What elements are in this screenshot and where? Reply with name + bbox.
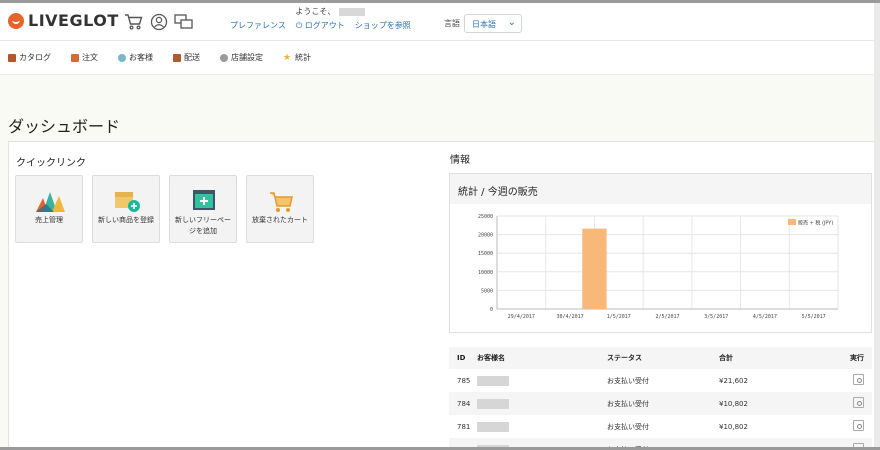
- order-id: 781: [457, 422, 471, 431]
- scrollbar-track[interactable]: [874, 3, 880, 450]
- star-icon: ★: [283, 52, 292, 63]
- messages-icon[interactable]: [174, 13, 194, 31]
- top-header: LIVEGLOT ようこそ、 プレファレンス ⏻ ログアウト ショップを参照 言…: [0, 3, 880, 41]
- tile-label: 売上管理: [35, 216, 63, 224]
- sales-chart-box: 統計 / 今週の販売 0 5000 10000 15000 20000 25000 29/4…: [449, 173, 872, 333]
- recent-orders-table: ID お客様名 ステータス 合計 実行 785 お支払い受付 ¥21,602 7…: [449, 347, 872, 450]
- language-value: 日本語: [472, 20, 496, 29]
- nav-item-orders[interactable]: 注文: [71, 52, 98, 63]
- tile-label: 放棄されたカート: [252, 216, 308, 224]
- order-id: 784: [449, 392, 477, 415]
- quick-link-new-page[interactable]: 新しいフリーページを追加: [169, 175, 237, 243]
- user-account-icon[interactable]: [150, 13, 170, 31]
- y-tick-label: 25000: [478, 214, 493, 220]
- x-tick-label: 5/5/2017: [802, 314, 826, 320]
- x-tick-label: 29/4/2017: [508, 314, 535, 320]
- y-tick-label: 15000: [478, 251, 493, 257]
- table-row[interactable]: 784 お支払い受付 ¥10,802: [449, 392, 872, 415]
- col-customer: お客様名: [477, 347, 607, 369]
- sales-chart: 0 5000 10000 15000 20000 25000 29/4/2017 30/4/2…: [478, 214, 839, 320]
- chart-title: 統計 / 今週の販売: [450, 174, 871, 204]
- language-label: 言語: [444, 19, 460, 28]
- preferences-link[interactable]: プレファレンス: [230, 20, 286, 31]
- x-tick-label: 2/5/2017: [655, 314, 679, 320]
- customer-name-redacted: [477, 392, 607, 415]
- new-page-icon: [193, 190, 215, 210]
- logo-text: LIVEGLOT: [28, 11, 119, 30]
- sales-chart-icon: [36, 192, 65, 212]
- new-product-icon: [115, 192, 140, 212]
- table-row[interactable]: 785 お支払い受付 ¥21,602: [449, 369, 872, 392]
- nav-label: 注文: [82, 53, 98, 62]
- nav-item-statistics[interactable]: ★ 統計: [283, 52, 311, 63]
- gear-icon: [220, 53, 228, 62]
- col-status: ステータス: [607, 347, 719, 369]
- y-tick-label: 5000: [481, 288, 493, 294]
- order-total: ¥10,802: [719, 392, 839, 415]
- nav-item-customers[interactable]: お客様: [118, 52, 153, 63]
- view-shop-link[interactable]: ショップを参照: [355, 20, 411, 31]
- table-header-row: ID お客様名 ステータス 合計 実行: [449, 347, 872, 369]
- quick-link-new-product[interactable]: 新しい商品を登録: [92, 175, 160, 243]
- customer-name-redacted: [477, 369, 607, 392]
- logo-mark-icon: [8, 12, 24, 29]
- view-order-icon[interactable]: [853, 397, 864, 408]
- tile-label: 新しい商品を登録: [98, 216, 154, 224]
- x-tick-label: 3/5/2017: [704, 314, 728, 320]
- username-redacted: [339, 7, 366, 16]
- nav-label: 統計: [295, 53, 311, 62]
- y-tick-label: 0: [490, 307, 493, 313]
- page-title: ダッシュボード: [8, 117, 121, 136]
- nav-label: 配送: [184, 53, 200, 62]
- quick-link-sales[interactable]: 売上管理: [15, 175, 83, 243]
- order-status: お支払い受付: [607, 376, 649, 385]
- table-row[interactable]: 781 お支払い受付 ¥10,802: [449, 415, 872, 438]
- nav-label: 店舗設定: [231, 53, 263, 62]
- order-status: お支払い受付: [607, 392, 719, 415]
- x-tick-label: 30/4/2017: [557, 314, 584, 320]
- abandoned-cart-icon: [270, 192, 293, 212]
- info-title: 情報: [450, 155, 470, 166]
- power-icon: ⏻: [295, 21, 303, 30]
- logout-link[interactable]: ⏻ ログアウト: [296, 20, 345, 31]
- catalog-icon: [8, 53, 16, 62]
- main-nav: カタログ 注文 お客様 配送 店舗設定 ★ 統計: [0, 41, 880, 75]
- tile-label: 新しいフリーページを追加: [175, 216, 231, 235]
- x-tick-label: 4/5/2017: [753, 314, 777, 320]
- legend-label: 販売 + 税 (JPY): [798, 220, 833, 227]
- order-status: お支払い受付: [607, 422, 649, 431]
- shipping-icon: [173, 53, 181, 62]
- liveglot-logo[interactable]: LIVEGLOT: [8, 11, 119, 30]
- x-tick-label: 1/5/2017: [607, 314, 631, 320]
- customer-icon: [118, 53, 126, 62]
- customer-name-redacted: [477, 415, 607, 438]
- nav-item-shipping[interactable]: 配送: [173, 52, 200, 63]
- col-id: ID: [449, 347, 477, 369]
- nav-label: カタログ: [19, 53, 51, 62]
- chevron-down-icon: ⌄: [507, 17, 516, 28]
- col-action: 実行: [839, 347, 872, 369]
- nav-item-catalog[interactable]: カタログ: [8, 52, 51, 63]
- dashboard-panel: クイックリンク 売上管理 新しい商品を登録 新しいフリーページを追加 放棄された…: [8, 141, 880, 450]
- quick-links-title: クイックリンク: [16, 158, 86, 169]
- view-order-icon[interactable]: [853, 374, 864, 385]
- welcome-text: ようこそ、: [295, 7, 336, 16]
- y-tick-label: 20000: [478, 233, 493, 239]
- order-total: ¥21,602: [719, 376, 748, 385]
- logout-label: ログアウト: [304, 21, 345, 30]
- cart-icon: [71, 53, 79, 62]
- cart-icon[interactable]: [124, 13, 144, 31]
- nav-item-store-settings[interactable]: 店舗設定: [220, 52, 263, 63]
- quick-link-abandoned-cart[interactable]: 放棄されたカート: [246, 175, 314, 243]
- legend-swatch: [788, 219, 796, 225]
- y-tick-label: 10000: [478, 270, 493, 276]
- view-order-icon[interactable]: [853, 420, 864, 431]
- order-id: 785: [457, 376, 471, 385]
- bar: [582, 228, 607, 309]
- nav-label: お客様: [129, 53, 153, 62]
- order-total: ¥10,802: [719, 422, 748, 431]
- col-total: 合計: [719, 347, 839, 369]
- welcome-block: ようこそ、 プレファレンス ⏻ ログアウト ショップを参照: [230, 6, 411, 31]
- language-select[interactable]: 日本語 ⌄: [464, 14, 522, 33]
